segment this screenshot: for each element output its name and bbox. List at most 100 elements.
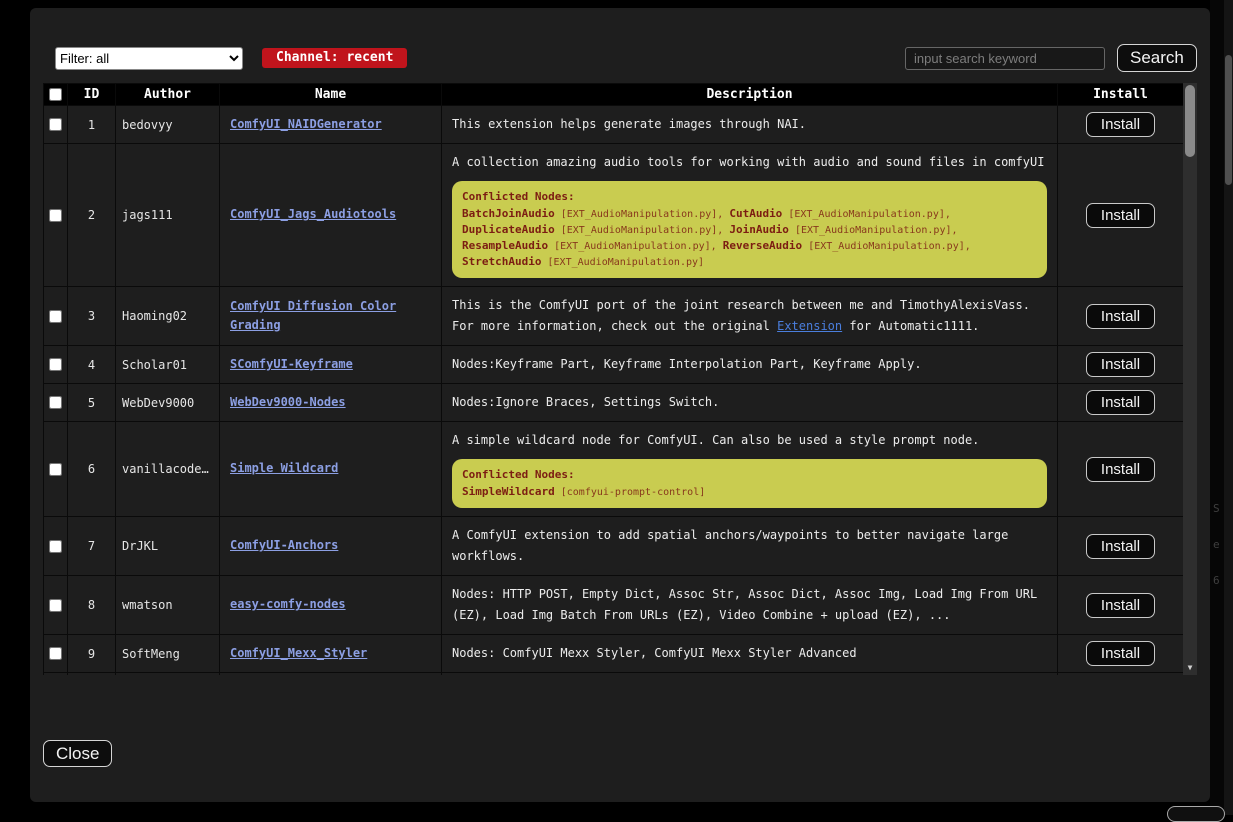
row-checkbox-cell [44,384,68,421]
cell-name: easy-comfy-nodes [220,576,442,634]
row-checkbox-cell [44,106,68,143]
conflict-node-name: CutAudio [729,207,782,220]
cell-install: Install [1058,422,1184,516]
cell-name: Simple Wildcard [220,422,442,516]
row-checkbox[interactable] [49,396,62,409]
author-text: vanillacode314 [122,462,213,476]
cell-author: DrJKL [116,517,220,575]
install-button[interactable]: Install [1086,641,1155,666]
description-text: A simple wildcard node for ComfyUI. Can … [442,422,1057,516]
cell-install: Install [1058,673,1184,675]
cell-author: Haoming02 [116,287,220,345]
description-text: A collection amazing audio tools for wor… [442,144,1057,286]
table-row: 6vanillacode314Simple WildcardA simple w… [43,422,1183,517]
install-button[interactable]: Install [1086,203,1155,228]
conflict-node-name: JoinAudio [729,223,789,236]
cell-name: SComfyUI-Keyframe [220,346,442,383]
node-name-link[interactable]: ComfyUI-Anchors [230,536,338,555]
node-name-link[interactable]: ComfyUI Diffusion Color Grading [230,297,431,335]
node-name-link[interactable]: SComfyUI-Keyframe [230,355,353,374]
channel-badge: Channel: recent [262,48,407,68]
table-row: 7DrJKLComfyUI-AnchorsA ComfyUI extension… [43,517,1183,576]
header-name: Name [220,84,442,105]
conflict-node-source: [EXT_AudioManipulation.py], [789,225,958,236]
cell-author: jags111 [116,144,220,286]
description-text: This is the ComfyUI port of the joint re… [442,287,1057,345]
cell-author: WebDev9000 [116,384,220,421]
background-glyph: 6 [1213,574,1220,587]
node-name-link[interactable]: ComfyUI_NAIDGenerator [230,115,382,134]
table-row: 1bedovyyComfyUI_NAIDGeneratorThis extens… [43,106,1183,144]
install-button[interactable]: Install [1086,352,1155,377]
conflict-node-source: [comfyui-prompt-control] [555,487,706,498]
row-checkbox-cell [44,635,68,672]
row-checkbox[interactable] [49,310,62,323]
node-name-link[interactable]: ComfyUI_Jags_Audiotools [230,205,396,224]
nodes-table-grid: ID Author Name Description Install 1bedo… [43,83,1183,675]
install-button[interactable]: Install [1086,112,1155,137]
table-header: ID Author Name Description Install [43,83,1183,106]
conflicted-nodes-box: Conflicted Nodes:SimpleWildcard [comfyui… [452,459,1047,508]
select-all-checkbox[interactable] [49,88,62,101]
search-button[interactable]: Search [1117,44,1197,72]
row-checkbox-cell [44,144,68,286]
header-install: Install [1058,84,1184,105]
row-checkbox[interactable] [49,463,62,476]
author-text: DrJKL [122,539,158,553]
header-description: Description [442,84,1058,105]
cell-id: 7 [68,517,116,575]
row-checkbox[interactable] [49,358,62,371]
conflict-node-source: [EXT_AudioManipulation.py] [541,257,704,268]
table-body: 1bedovyyComfyUI_NAIDGeneratorThis extens… [43,106,1183,675]
page-scrollbar[interactable] [1224,0,1233,815]
install-button[interactable]: Install [1086,457,1155,482]
node-name-link[interactable]: WebDev9000-Nodes [230,393,346,412]
node-name-link[interactable]: Simple Wildcard [230,459,338,478]
page-scrollbar-thumb[interactable] [1225,55,1232,185]
filter-select[interactable]: Filter: all [55,47,243,70]
install-button[interactable]: Install [1086,593,1155,618]
close-button[interactable]: Close [43,740,112,767]
row-checkbox[interactable] [49,540,62,553]
cell-description: Nodes: ComfyUI Mexx Styler, ComfyUI Mexx… [442,635,1058,672]
cell-id: 2 [68,144,116,286]
cell-install: Install [1058,287,1184,345]
conflict-node-source: [EXT_AudioManipulation.py], [555,209,730,220]
install-button[interactable]: Install [1086,390,1155,415]
description-text: This extension helps generate images thr… [442,106,1057,143]
row-checkbox[interactable] [49,647,62,660]
row-checkbox[interactable] [49,209,62,222]
cell-id: 5 [68,384,116,421]
table-scrollbar[interactable]: ▼ [1183,83,1197,675]
cell-name: ComfyUI_Jags_Audiotools [220,144,442,286]
row-checkbox[interactable] [49,599,62,612]
cell-author: vanillacode314 [116,422,220,516]
cell-id: 10 [68,673,116,675]
scroll-down-arrow-icon[interactable]: ▼ [1183,663,1197,673]
cell-name: ComfyUI_Mexx_Styler [220,635,442,672]
conflict-node-name: DuplicateAudio [462,223,555,236]
install-button[interactable]: Install [1086,534,1155,559]
conflict-node-name: BatchJoinAudio [462,207,555,220]
table-scrollbar-thumb[interactable] [1185,85,1195,157]
header-checkbox-cell [44,84,68,105]
row-checkbox-cell [44,576,68,634]
conflict-node-name: ReverseAudio [723,239,802,252]
cell-id: 8 [68,576,116,634]
cell-description: Nodes: HTTP POST, Empty Dict, Assoc Str,… [442,576,1058,634]
custom-nodes-dialog: Filter: all Channel: recent Search ID Au… [30,8,1210,802]
cell-id: 4 [68,346,116,383]
row-checkbox[interactable] [49,118,62,131]
partial-corner-button [1167,806,1225,822]
node-name-link[interactable]: ComfyUI_Mexx_Styler [230,644,367,663]
description-link[interactable]: Extension [777,319,842,333]
conflict-node-source: [EXT_AudioManipulation.py], [802,241,971,252]
search-input[interactable] [905,47,1105,70]
author-text: Scholar01 [122,358,187,372]
install-button[interactable]: Install [1086,304,1155,329]
node-name-link[interactable]: easy-comfy-nodes [230,595,346,614]
cell-description: A collection amazing audio tools for wor… [442,144,1058,286]
cell-name: WebDev9000-Nodes [220,384,442,421]
description-text: Nodes: HTTP POST, Empty Dict, Assoc Str,… [442,576,1057,634]
conflicted-nodes-box: Conflicted Nodes:BatchJoinAudio [EXT_Aud… [452,181,1047,278]
